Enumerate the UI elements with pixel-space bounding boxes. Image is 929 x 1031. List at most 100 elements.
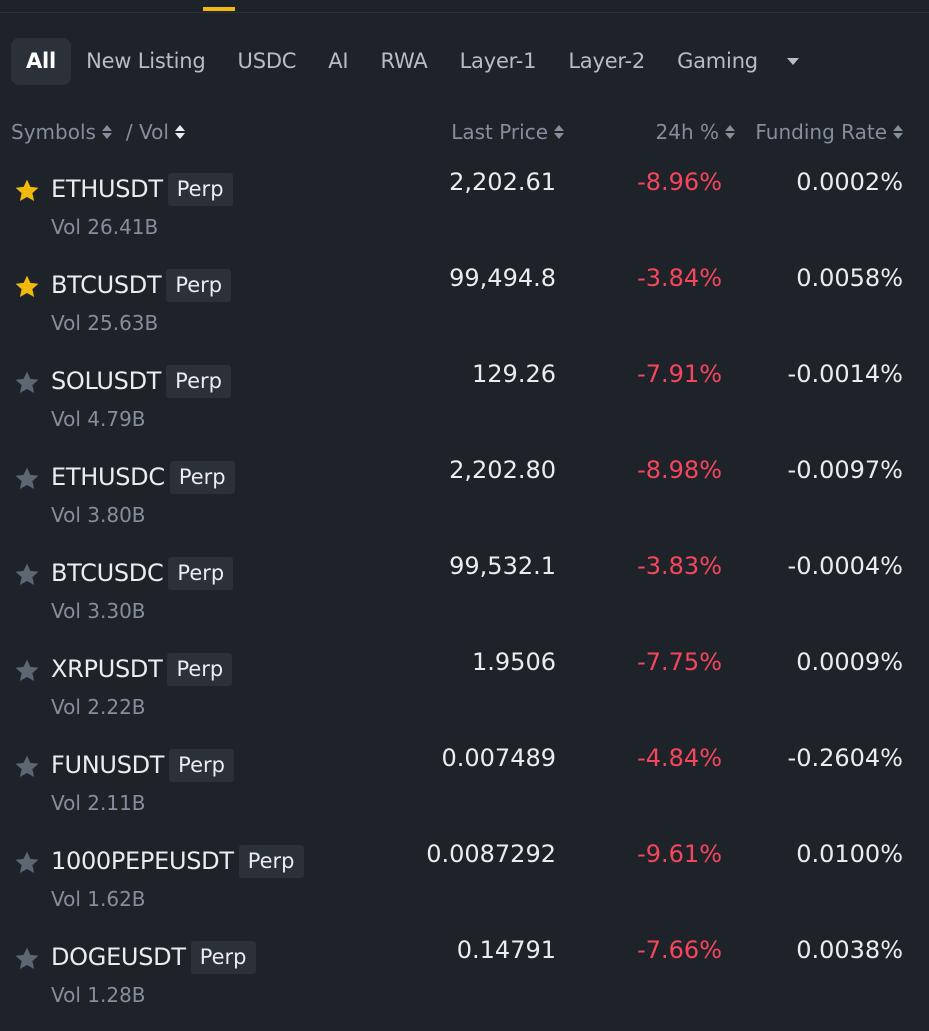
symbol-name: XRPUSDT [51, 655, 163, 683]
sort-icon [174, 125, 185, 139]
star-icon[interactable] [13, 465, 41, 493]
symbol-name: 1000PEPEUSDT [51, 847, 234, 875]
tab-new-listing[interactable]: New Listing [74, 38, 217, 85]
tab-all[interactable]: All [11, 38, 72, 85]
last-price-sort-button[interactable]: Last Price [451, 113, 564, 151]
last-price: 2,202.80 [449, 456, 556, 484]
tab-ai[interactable]: AI [316, 38, 360, 85]
change-24h: -3.84% [637, 264, 722, 292]
symbol-name: DOGEUSDT [51, 943, 186, 971]
tab-rwa[interactable]: RWA [368, 38, 439, 85]
star-icon[interactable] [13, 177, 41, 205]
volume-text: Vol 25.63B [51, 311, 159, 335]
perp-badge: Perp [166, 268, 232, 302]
funding-rate: 0.0058% [796, 264, 903, 292]
top-divider [0, 12, 929, 13]
market-row[interactable]: XRPUSDT Perp Vol 2.22B 1.9506 -7.75% 0.00… [11, 642, 903, 738]
change-24h: -8.98% [637, 456, 722, 484]
active-section-indicator [203, 7, 235, 11]
last-price: 0.14791 [456, 936, 556, 964]
change-24h: -4.84% [637, 744, 722, 772]
star-icon[interactable] [13, 849, 41, 877]
tab-layer-1[interactable]: Layer-1 [448, 38, 549, 85]
volume-text: Vol 1.28B [51, 983, 146, 1007]
last-price: 99,494.8 [449, 264, 556, 292]
star-icon[interactable] [13, 657, 41, 685]
star-icon[interactable] [13, 561, 41, 589]
change-24h: -8.96% [637, 168, 722, 196]
funding-rate: 0.0038% [796, 936, 903, 964]
volume-text: Vol 3.80B [51, 503, 146, 527]
volume-text: Vol 4.79B [51, 407, 146, 431]
change-24h: -7.91% [637, 360, 722, 388]
perp-badge: Perp [190, 940, 256, 974]
volume-text: Vol 2.22B [51, 695, 146, 719]
last-price: 0.007489 [441, 744, 556, 772]
funding-rate: -0.0004% [787, 552, 903, 580]
volume-text: Vol 3.30B [51, 599, 146, 623]
market-row[interactable]: DOGEUSDT Perp Vol 1.28B 0.14791 -7.66% 0.… [11, 930, 903, 1026]
change-24h: -7.75% [637, 648, 722, 676]
symbols-sort-button[interactable]: Symbols [11, 120, 112, 144]
market-row[interactable]: 1000PEPEUSDT Perp Vol 1.62B 0.0087292 -9.… [11, 834, 903, 930]
market-row[interactable]: ETHUSDC Perp Vol 3.80B 2,202.80 -8.98% -0… [11, 450, 903, 546]
symbol-name: BTCUSDC [51, 559, 164, 587]
perp-badge: Perp [238, 844, 304, 878]
market-row[interactable]: BTCUSDT Perp Vol 25.63B 99,494.8 -3.84% 0… [11, 258, 903, 354]
star-icon[interactable] [13, 369, 41, 397]
star-icon[interactable] [13, 273, 41, 301]
funding-rate: -0.0014% [787, 360, 903, 388]
funding-rate: 0.0100% [796, 840, 903, 868]
tab-layer-2[interactable]: Layer-2 [556, 38, 657, 85]
change-24h-sort-button[interactable]: 24h % [655, 113, 735, 151]
last-price: 129.26 [472, 360, 556, 388]
sort-icon [893, 125, 903, 139]
category-tabs: All New Listing USDC AI RWA Layer-1 Laye… [11, 38, 929, 85]
symbol-name: SOLUSDT [51, 367, 162, 395]
market-row[interactable]: BTCUSDC Perp Vol 3.30B 99,532.1 -3.83% -0… [11, 546, 903, 642]
tab-gaming[interactable]: Gaming [665, 38, 770, 85]
symbol-name: BTCUSDT [51, 271, 162, 299]
sort-icon [725, 125, 735, 139]
funding-rate: 0.0002% [796, 168, 903, 196]
header-change-24h: 24h % [655, 120, 720, 144]
perp-badge: Perp [167, 652, 233, 686]
market-row[interactable]: SOLUSDT Perp Vol 4.79B 129.26 -7.91% -0.0… [11, 354, 903, 450]
perp-badge: Perp [168, 556, 234, 590]
symbol-name: FUNUSDT [51, 751, 165, 779]
volume-text: Vol 2.11B [51, 791, 146, 815]
last-price: 0.0087292 [426, 840, 556, 868]
symbol-name: ETHUSDT [51, 175, 163, 203]
change-24h: -3.83% [637, 552, 722, 580]
perp-badge: Perp [169, 748, 234, 782]
header-symbols: Symbols [11, 120, 96, 144]
market-list: ETHUSDT Perp Vol 26.41B 2,202.61 -8.96% 0… [11, 162, 903, 1026]
caret-down-icon [786, 58, 799, 65]
tab-usdc[interactable]: USDC [226, 38, 309, 85]
market-row[interactable]: FUNUSDT Perp Vol 2.11B 0.007489 -4.84% -0… [11, 738, 903, 834]
header-vol: / Vol [125, 120, 169, 144]
funding-rate: -0.0097% [787, 456, 903, 484]
star-icon[interactable] [13, 945, 41, 973]
last-price: 2,202.61 [449, 168, 556, 196]
funding-rate-sort-button[interactable]: Funding Rate [755, 113, 903, 151]
table-header: Symbols / Vol Last Price 24h % Funding R… [11, 113, 903, 151]
perp-badge: Perp [169, 460, 235, 494]
vol-sort-button[interactable]: / Vol [126, 120, 185, 144]
last-price: 1.9506 [472, 648, 556, 676]
header-funding-rate: Funding Rate [755, 120, 887, 144]
change-24h: -9.61% [637, 840, 722, 868]
market-row[interactable]: ETHUSDT Perp Vol 26.41B 2,202.61 -8.96% 0… [11, 162, 903, 258]
change-24h: -7.66% [637, 936, 722, 964]
last-price: 99,532.1 [449, 552, 556, 580]
perp-badge: Perp [167, 172, 233, 206]
header-last-price: Last Price [451, 120, 548, 144]
funding-rate: 0.0009% [796, 648, 903, 676]
more-tabs-button[interactable] [780, 38, 806, 85]
perp-badge: Perp [166, 364, 231, 398]
sort-icon [101, 125, 112, 139]
volume-text: Vol 26.41B [51, 215, 159, 239]
funding-rate: -0.2604% [787, 744, 903, 772]
star-icon[interactable] [13, 753, 41, 781]
sort-icon [554, 125, 564, 139]
